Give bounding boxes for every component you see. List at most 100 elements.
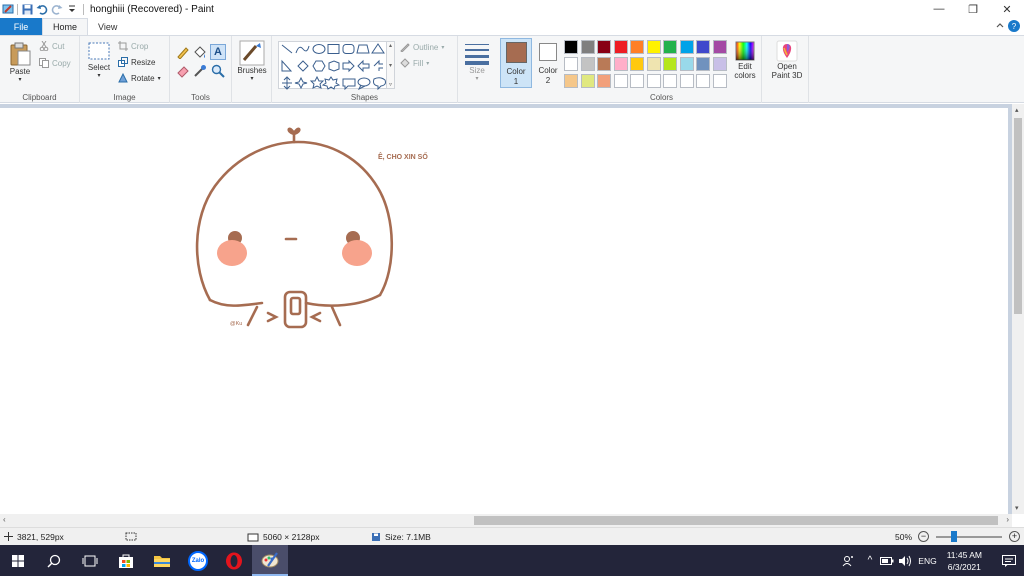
battery-icon[interactable]	[880, 556, 894, 566]
size-label: Size	[469, 66, 485, 75]
volume-icon[interactable]	[898, 555, 912, 567]
minimize-button[interactable]: —	[922, 0, 956, 18]
image-group: Select ▾ Crop Resize Rotate ▾ Image	[80, 36, 170, 103]
horizontal-scrollbar[interactable]: ‹ ›	[0, 514, 1012, 527]
horizontal-scroll-thumb[interactable]	[474, 516, 998, 525]
crop-button[interactable]: Crop	[118, 41, 148, 51]
brush-icon	[239, 40, 265, 66]
file-explorer-icon[interactable]	[144, 545, 180, 576]
help-icon[interactable]: ?	[1008, 20, 1020, 32]
customize-qat-icon[interactable]	[66, 3, 78, 15]
outline-button[interactable]: Outline ▾	[400, 42, 444, 52]
clipboard-group: Paste ▾ Cut Copy Clipboard	[0, 36, 80, 103]
shapes-gallery[interactable]	[278, 41, 388, 91]
taskbar: Zalo ^ ENG 11:45 AM 6/3/2021	[0, 545, 1024, 576]
fill-label: Fill	[413, 58, 424, 68]
clipboard-group-label: Clipboard	[22, 93, 57, 102]
cut-button[interactable]: Cut	[39, 41, 64, 51]
pencil-icon[interactable]	[176, 45, 190, 59]
drawing-strokes	[195, 127, 394, 329]
outline-label: Outline	[413, 42, 439, 52]
action-center-icon[interactable]	[1002, 554, 1016, 567]
left-cheek	[217, 240, 247, 266]
resize-label: Resize	[131, 57, 156, 67]
head-bottom-right	[304, 293, 382, 307]
shapes-icons	[281, 43, 386, 91]
drawing-canvas[interactable]: Ê, CHO XIN SỐ @Ku	[0, 108, 1008, 514]
open-paint3d-button[interactable]: Open Paint 3D	[766, 40, 808, 80]
paint-app-icon[interactable]	[2, 3, 14, 15]
resize-button[interactable]: Resize	[118, 57, 155, 67]
store-icon[interactable]	[108, 545, 144, 576]
ribbon: Paste ▾ Cut Copy Clipboard Select ▾ Crop…	[0, 35, 1024, 103]
clock-time: 11:45 AM	[946, 549, 982, 560]
fill-button[interactable]: Fill ▾	[400, 58, 429, 68]
image-size: 5060 × 2128px	[263, 531, 320, 542]
zoom-out-button[interactable]: −	[918, 531, 929, 542]
status-bar: 3821, 529px 5060 × 2128px Size: 7.1MB 50…	[0, 527, 1024, 545]
redo-icon[interactable]	[51, 3, 63, 15]
close-button[interactable]: ✕	[990, 0, 1024, 18]
head-bottom-left	[208, 298, 264, 307]
selection-size-icon	[125, 532, 137, 541]
select-label: Select	[87, 63, 111, 72]
zalo-icon[interactable]: Zalo	[180, 545, 216, 576]
show-hidden-icons-icon[interactable]: ^	[868, 555, 873, 566]
zalo-label: Zalo	[188, 550, 208, 571]
vertical-scrollbar[interactable]: ▴ ▾	[1012, 104, 1024, 514]
save-icon[interactable]	[21, 3, 33, 15]
undo-icon[interactable]	[36, 3, 48, 15]
magnifier-icon[interactable]	[211, 64, 225, 78]
text-tool-icon[interactable]: A	[210, 44, 226, 60]
search-icon[interactable]	[36, 545, 72, 576]
right-cheek	[342, 240, 372, 266]
crop-icon	[118, 41, 128, 51]
cursor-position: 3821, 529px	[17, 531, 64, 542]
color2-num: 2	[545, 76, 551, 85]
tools-group-label: Tools	[191, 93, 210, 102]
language-indicator[interactable]: ENG	[918, 556, 936, 566]
head-outline	[195, 140, 394, 302]
shapes-group-label: Shapes	[350, 93, 379, 102]
image-size-icon	[247, 533, 259, 541]
color1-button[interactable]: Color 1	[500, 38, 532, 88]
signature-text: @Ku	[230, 321, 242, 327]
brushes-button[interactable]: Brushes ▾	[234, 40, 270, 82]
opera-icon[interactable]	[216, 545, 252, 576]
outline-icon	[400, 43, 410, 52]
cursor-position-icon	[4, 532, 13, 541]
color-picker-icon[interactable]	[193, 64, 207, 78]
zoom-slider[interactable]	[936, 531, 1002, 542]
eraser-icon[interactable]	[176, 64, 190, 78]
color2-swatch	[539, 43, 557, 61]
resize-icon	[118, 57, 128, 67]
select-button[interactable]: Select ▾	[84, 41, 114, 79]
clock[interactable]: 11:45 AM 6/3/2021	[947, 549, 982, 573]
maximize-button[interactable]: ❐	[956, 0, 990, 18]
windows-start-icon[interactable]	[0, 545, 36, 576]
copy-button[interactable]: Copy	[39, 58, 71, 68]
shapes-scroll[interactable]: ▴ ▾ ▿	[386, 41, 395, 89]
paste-button[interactable]: Paste ▾	[6, 41, 34, 83]
crop-label: Crop	[131, 41, 149, 51]
paint-icon[interactable]	[252, 545, 288, 576]
rotate-button[interactable]: Rotate ▾	[118, 73, 161, 83]
tab-home[interactable]: Home	[42, 18, 89, 35]
tab-view[interactable]: View	[88, 18, 127, 35]
drawing: Ê, CHO XIN SỐ @Ku	[195, 127, 428, 329]
clock-date: 6/3/2021	[947, 561, 981, 572]
collapse-ribbon-icon[interactable]	[996, 22, 1004, 30]
right-arm	[330, 305, 342, 327]
task-view-icon[interactable]	[72, 545, 108, 576]
size-button[interactable]: Size ▾	[460, 40, 494, 82]
vertical-scroll-thumb[interactable]	[1014, 118, 1022, 314]
line-size-icon	[465, 44, 489, 65]
color2-button[interactable]: Color 2	[534, 38, 562, 88]
zoom-slider-thumb[interactable]	[951, 531, 957, 542]
tab-file[interactable]: File	[0, 18, 42, 35]
canvas-area: Ê, CHO XIN SỐ @Ku	[0, 104, 1012, 514]
people-icon[interactable]	[842, 555, 854, 567]
fill-bucket-icon[interactable]	[193, 45, 207, 59]
zoom-in-button[interactable]: +	[1009, 531, 1020, 542]
scissors-icon	[39, 41, 49, 51]
